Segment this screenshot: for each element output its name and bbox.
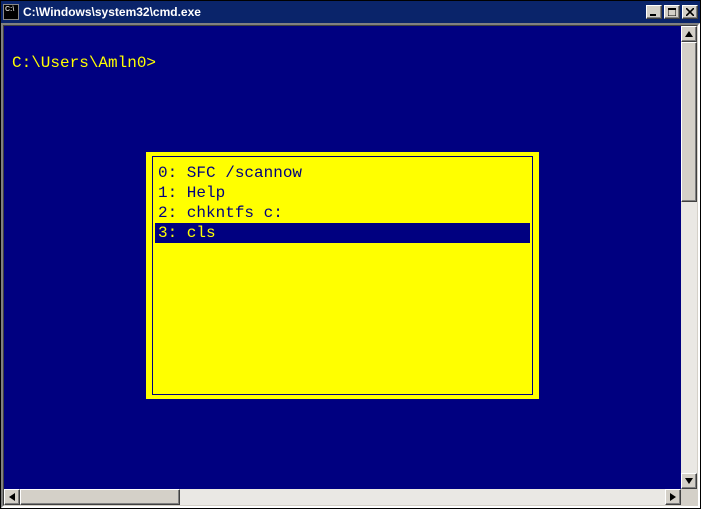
arrow-down-icon: [685, 478, 693, 484]
scroll-down-button[interactable]: [681, 473, 697, 489]
arrow-right-icon: [670, 493, 676, 501]
history-item-0[interactable]: 0: SFC /scannow: [155, 163, 530, 183]
command-prompt: C:\Users\Amln0>: [12, 54, 156, 73]
window-controls: [646, 5, 698, 19]
history-popup[interactable]: 0: SFC /scannow1: Help2: chkntfs c:3: cl…: [146, 152, 539, 399]
scroll-right-button[interactable]: [665, 489, 681, 505]
history-item-2[interactable]: 2: chkntfs c:: [155, 203, 530, 223]
cmd-icon: C:\: [3, 4, 19, 20]
horizontal-scroll-thumb[interactable]: [20, 489, 180, 505]
cmd-window: C:\ C:\Windows\system32\cmd.exe C:\Users…: [0, 0, 701, 509]
console-area[interactable]: C:\Users\Amln0> 0: SFC /scannow1: Help2:…: [4, 26, 681, 489]
history-list: 0: SFC /scannow1: Help2: chkntfs c:3: cl…: [152, 156, 533, 395]
vertical-scroll-track[interactable]: [681, 42, 697, 473]
history-item-3[interactable]: 3: cls: [155, 223, 530, 243]
history-item-1[interactable]: 1: Help: [155, 183, 530, 203]
vertical-scroll-thumb[interactable]: [681, 42, 697, 202]
scroll-up-button[interactable]: [681, 26, 697, 42]
arrow-left-icon: [9, 493, 15, 501]
close-button[interactable]: [682, 5, 698, 19]
maximize-button[interactable]: [664, 5, 680, 19]
scroll-left-button[interactable]: [4, 489, 20, 505]
horizontal-scroll-track[interactable]: [20, 489, 665, 505]
arrow-up-icon: [685, 31, 693, 37]
scrollbar-corner: [681, 489, 697, 505]
minimize-button[interactable]: [646, 5, 662, 19]
window-title: C:\Windows\system32\cmd.exe: [23, 5, 646, 19]
vertical-scrollbar[interactable]: [681, 26, 697, 489]
titlebar[interactable]: C:\ C:\Windows\system32\cmd.exe: [1, 1, 700, 23]
horizontal-scrollbar[interactable]: [4, 489, 697, 505]
